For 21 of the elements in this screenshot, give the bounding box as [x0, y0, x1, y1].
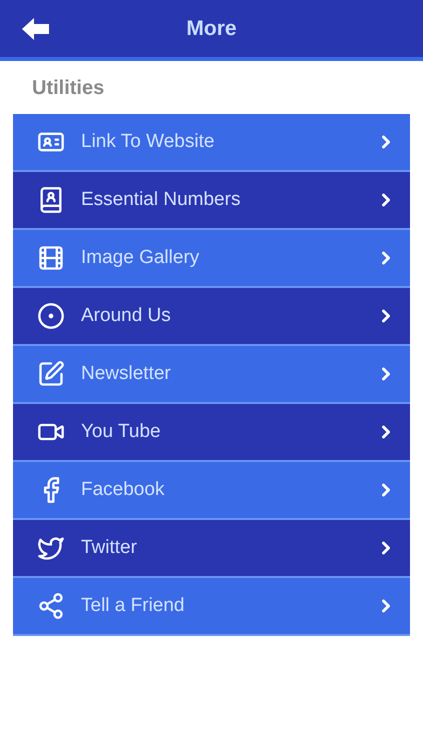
menu-item-label: Link To Website [81, 131, 216, 153]
menu-item[interactable]: You Tube [13, 404, 410, 462]
menu-item-label: Newsletter [81, 363, 172, 385]
menu-item[interactable]: Around Us [13, 288, 410, 346]
section-title: Utilities [32, 77, 106, 101]
back-arrow-icon[interactable] [22, 18, 50, 40]
menu-item-label: Image Gallery [81, 247, 200, 269]
menu-item-label: You Tube [81, 421, 162, 443]
menu-item[interactable]: Twitter [13, 520, 410, 578]
menu-item[interactable]: Facebook [13, 462, 410, 520]
menu-item[interactable]: Link To Website [13, 114, 410, 172]
menu-item-label: Around Us [81, 305, 172, 327]
menu-item-label: Facebook [81, 479, 166, 501]
menu-item[interactable]: Tell a Friend [13, 578, 410, 636]
page-title: More [186, 16, 237, 40]
menu-item-label: Twitter [81, 537, 138, 559]
menu-item[interactable]: Essential Numbers [13, 172, 410, 230]
menu-item[interactable]: Newsletter [13, 346, 410, 404]
menu-item-label: Essential Numbers [81, 189, 242, 211]
menu-item[interactable]: Image Gallery [13, 230, 410, 288]
menu-item-label: Tell a Friend [81, 595, 186, 617]
